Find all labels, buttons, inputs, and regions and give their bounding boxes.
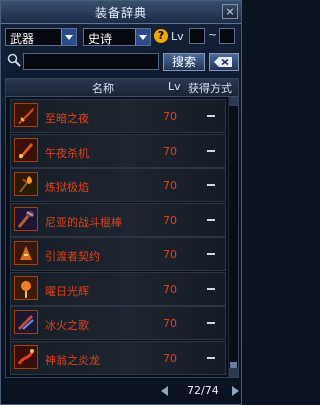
item-source — [207, 149, 215, 152]
item-level: 70 — [163, 248, 177, 261]
table-row[interactable]: 炼狱极焰 70 — [10, 168, 226, 202]
club-icon — [14, 206, 38, 231]
item-level: 70 — [163, 351, 177, 365]
item-level: 70 — [163, 213, 177, 227]
next-page-icon[interactable] — [232, 386, 239, 396]
item-source — [207, 115, 215, 117]
header-level[interactable]: Lv — [168, 80, 181, 93]
category-select-value: 武器 — [10, 32, 35, 46]
rarity-select-value: 史诗 — [88, 32, 113, 46]
item-name: 午夜杀机 — [45, 146, 89, 160]
page-indicator: 72/74 — [187, 384, 219, 397]
table-row[interactable]: 神翁之炎龙 70 — [10, 340, 226, 375]
header-name[interactable]: 名称 — [92, 80, 114, 96]
sword-icon — [14, 103, 38, 127]
search-icon — [7, 53, 21, 67]
flame-staff-icon — [14, 172, 38, 196]
pagination: 72/74 — [161, 383, 239, 399]
search-button[interactable]: 搜索 — [163, 53, 205, 71]
item-source — [207, 184, 215, 186]
item-name: 神翁之炎龙 — [45, 353, 100, 367]
window-title: 装备辞典 — [94, 5, 147, 20]
item-level: 70 — [163, 110, 177, 123]
item-source — [207, 287, 215, 290]
table-row[interactable]: 曜日光辉 70 — [10, 271, 226, 306]
item-level: 70 — [163, 317, 177, 330]
scroll-down-button[interactable] — [229, 368, 238, 377]
item-name: 至暗之夜 — [45, 112, 89, 125]
item-level: 70 — [163, 144, 177, 158]
item-name: 曜日光辉 — [45, 284, 89, 298]
scroll-up-button[interactable] — [229, 97, 238, 106]
chevron-down-icon[interactable] — [135, 29, 150, 45]
level-min-input[interactable] — [189, 28, 205, 44]
search-input[interactable] — [23, 53, 159, 70]
item-source — [207, 253, 215, 255]
chevron-down-icon[interactable] — [61, 29, 76, 45]
item-level: 70 — [163, 179, 177, 192]
item-name: 引渡者契约 — [45, 250, 100, 263]
table-row[interactable]: 尼亚的战斗棍棒 70 — [10, 202, 226, 237]
item-source — [207, 218, 215, 221]
clear-search-button[interactable] — [209, 53, 239, 71]
item-source — [207, 322, 215, 324]
level-range-separator: ~ — [208, 28, 218, 41]
item-rows: 至暗之夜 70 午夜杀机 70 炼狱极焰 70 尼亚的战斗棍棒 70 引渡者契约… — [10, 99, 226, 375]
item-name: 冰火之歌 — [45, 319, 89, 332]
previous-page-icon[interactable] — [161, 386, 168, 396]
close-button[interactable]: × — [222, 4, 238, 19]
table-row[interactable]: 引渡者契约 70 — [10, 237, 226, 271]
list-scrollbar[interactable] — [228, 97, 238, 377]
equipment-dictionary-window: 装备辞典 × 武器 史诗 ? Lv ~ 搜索 名称 Lv 获得方式 至暗之夜 7… — [0, 0, 242, 405]
table-row[interactable]: 至暗之夜 70 — [10, 99, 226, 133]
item-source — [207, 356, 215, 359]
dragon-icon — [14, 344, 38, 369]
dagger-icon — [14, 137, 38, 162]
table-header: 名称 Lv 获得方式 — [6, 79, 238, 97]
search-bar: 搜索 — [5, 53, 239, 71]
level-max-input[interactable] — [219, 28, 235, 44]
table-row[interactable]: 午夜杀机 70 — [10, 133, 226, 168]
item-level: 70 — [163, 282, 177, 296]
item-list-panel: 名称 Lv 获得方式 至暗之夜 70 午夜杀机 70 炼狱极焰 70 尼亚的战斗… — [5, 78, 239, 378]
title-bar[interactable]: 装备辞典 × — [1, 1, 241, 24]
item-name: 炼狱极焰 — [45, 181, 89, 194]
header-source[interactable]: 获得方式 — [188, 80, 232, 96]
item-name: 尼亚的战斗棍棒 — [45, 215, 122, 229]
contract-icon — [14, 241, 38, 265]
filter-bar: 武器 史诗 ? Lv ~ — [5, 28, 239, 48]
help-icon[interactable]: ? — [154, 29, 168, 43]
level-filter-label: Lv — [171, 30, 184, 43]
backspace-icon — [214, 57, 232, 67]
rarity-select[interactable]: 史诗 — [83, 28, 151, 46]
ice-fire-icon — [14, 310, 38, 334]
table-row[interactable]: 冰火之歌 70 — [10, 306, 226, 340]
sun-blade-icon — [14, 275, 38, 300]
category-select[interactable]: 武器 — [5, 28, 77, 46]
